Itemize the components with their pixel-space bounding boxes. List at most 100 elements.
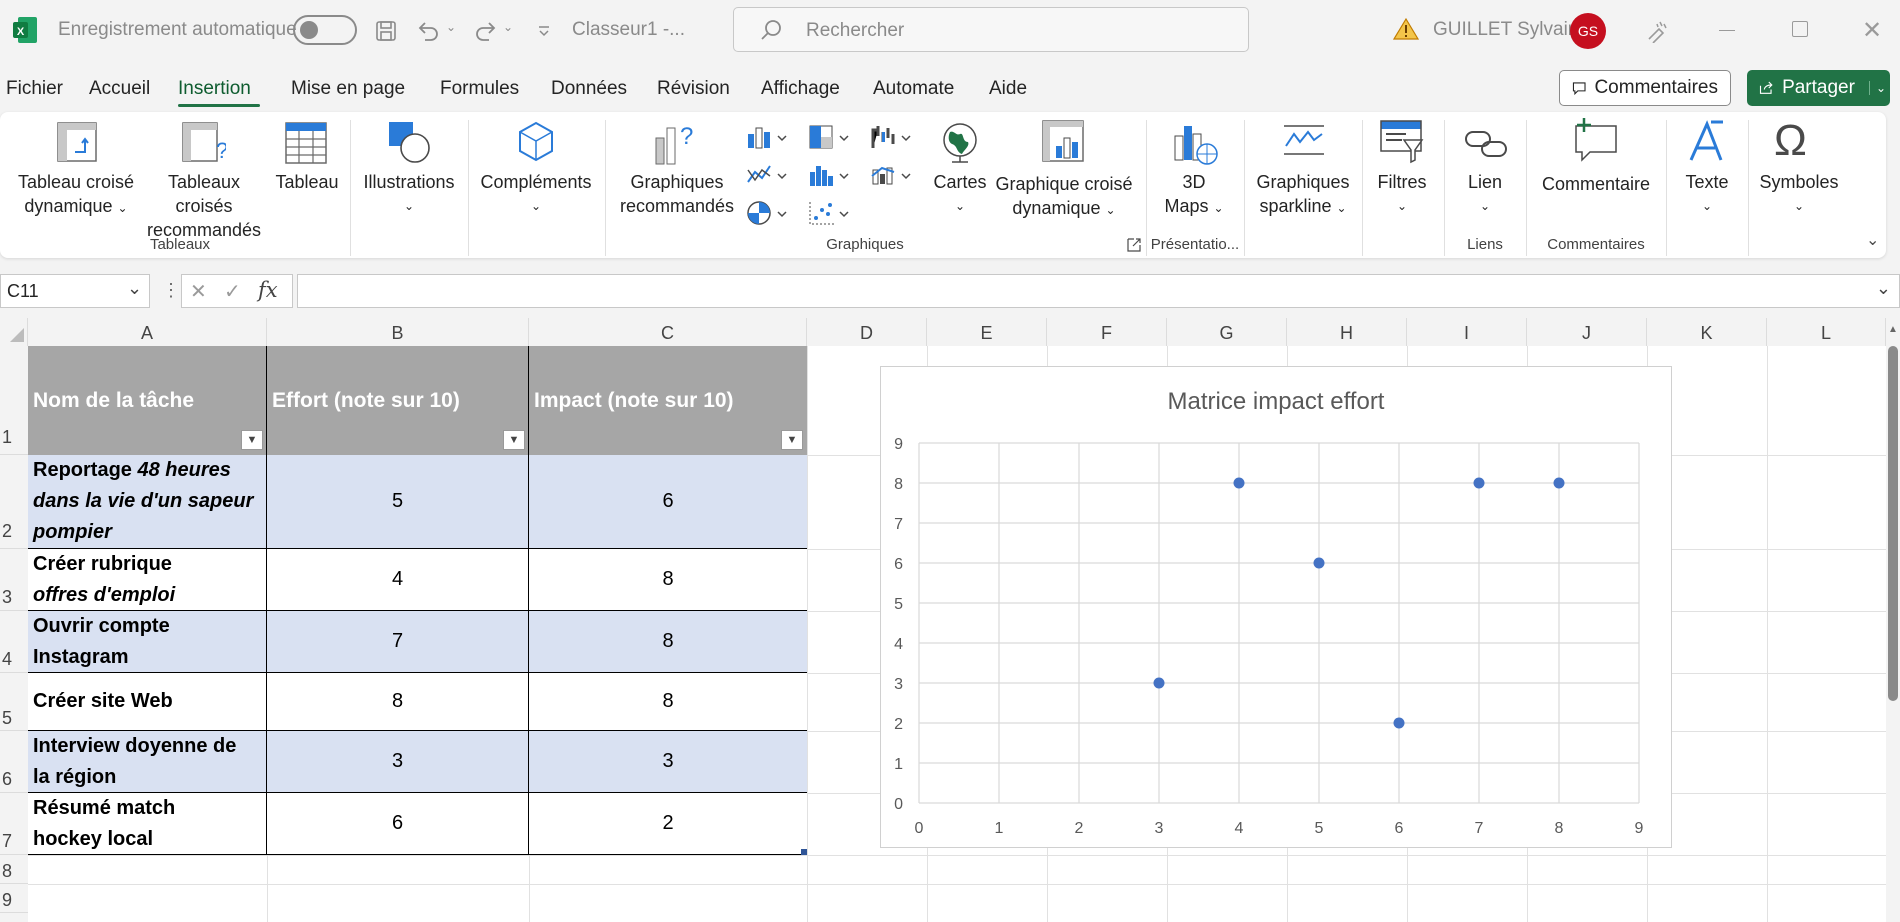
row-header-1[interactable]: 1 xyxy=(0,346,28,455)
impact-cell[interactable]: 8 xyxy=(529,549,807,611)
menu-formules[interactable]: Formules xyxy=(440,78,519,100)
column-header-a[interactable]: A xyxy=(28,318,267,346)
name-box[interactable]: C11 ⌄ xyxy=(0,274,150,308)
scroll-up-icon[interactable]: ▲ xyxy=(1888,324,1898,335)
cancel-icon[interactable]: ✕ xyxy=(190,279,207,304)
menu-mise-en-page[interactable]: Mise en page xyxy=(291,78,405,100)
text-button[interactable]: Texte ⌄ xyxy=(1672,170,1742,218)
effort-cell[interactable]: 6 xyxy=(267,793,529,855)
share-dropdown-icon[interactable]: ⌄ xyxy=(1868,81,1886,95)
user-name[interactable]: GUILLET Sylvain xyxy=(1433,19,1578,41)
formula-expand-icon[interactable]: ⌄ xyxy=(1876,278,1891,299)
redo-icon[interactable] xyxy=(468,14,502,48)
menu-donnees[interactable]: Données xyxy=(551,78,627,100)
row-header-5[interactable]: 5 xyxy=(0,673,28,731)
redo-dropdown-icon[interactable]: ⌄ xyxy=(503,20,513,34)
table-header-impact[interactable]: Impact (note sur 10) xyxy=(529,346,807,455)
name-box-dropdown-icon[interactable]: ⌄ xyxy=(127,278,142,299)
impact-cell[interactable]: 3 xyxy=(529,731,807,793)
task-cell[interactable]: Créer site Web xyxy=(28,673,267,731)
filter-dropdown-icon[interactable]: ▼ xyxy=(241,430,263,450)
waterfall-chart-icon[interactable] xyxy=(870,124,918,155)
row-header-4[interactable]: 4 xyxy=(0,611,28,673)
scrollbar-thumb[interactable] xyxy=(1888,346,1898,701)
recommended-charts-button[interactable]: Graphiques recommandés xyxy=(616,170,738,218)
select-all-corner[interactable] xyxy=(0,318,28,346)
scatter-chart[interactable]: Matrice impact effort 0 1 2 3 4 5 6 7 8 9 0 1 2 3 4 5 6… xyxy=(880,366,1672,848)
recommended-pivot-button[interactable]: Tableaux croisés recommandés xyxy=(138,170,270,242)
line-chart-icon[interactable] xyxy=(746,162,794,193)
effort-cell[interactable]: 7 xyxy=(267,611,529,673)
column-header-b[interactable]: B xyxy=(267,318,529,346)
menu-insertion[interactable]: Insertion xyxy=(178,78,251,100)
designer-icon[interactable] xyxy=(1640,14,1674,48)
column-header-d[interactable]: D xyxy=(807,318,927,346)
link-button[interactable]: Lien ⌄ xyxy=(1450,170,1520,218)
impact-cell[interactable]: 6 xyxy=(529,455,807,549)
3d-maps-button[interactable]: 3D Maps ⌄ xyxy=(1150,170,1238,220)
menu-aide[interactable]: Aide xyxy=(989,78,1027,100)
save-icon[interactable] xyxy=(369,14,403,48)
ribbon-collapse-icon[interactable]: ⌄ xyxy=(1866,230,1879,250)
symbols-button[interactable]: Symboles ⌄ xyxy=(1752,170,1846,218)
task-cell[interactable]: Résumé match hockey local xyxy=(28,793,267,855)
search-box[interactable]: Rechercher xyxy=(733,7,1249,52)
undo-dropdown-icon[interactable]: ⌄ xyxy=(446,20,456,34)
more-options-icon[interactable]: ⋮ xyxy=(162,280,180,301)
filter-dropdown-icon[interactable]: ▼ xyxy=(503,430,525,450)
table-resize-handle[interactable] xyxy=(801,849,807,855)
column-header-e[interactable]: E xyxy=(927,318,1047,346)
column-header-c[interactable]: C xyxy=(529,318,807,346)
column-header-g[interactable]: G xyxy=(1167,318,1287,346)
sparkline-button[interactable]: Graphiques sparkline ⌄ xyxy=(1250,170,1356,220)
addins-button[interactable]: Compléments ⌄ xyxy=(474,170,598,218)
impact-cell[interactable]: 2 xyxy=(529,793,807,855)
column-header-f[interactable]: F xyxy=(1047,318,1167,346)
column-header-j[interactable]: J xyxy=(1527,318,1647,346)
enter-icon[interactable]: ✓ xyxy=(224,279,241,304)
combo-chart-icon[interactable] xyxy=(870,162,918,193)
column-header-k[interactable]: K xyxy=(1647,318,1767,346)
row-header-3[interactable]: 3 xyxy=(0,549,28,611)
maps-button[interactable]: Cartes ⌄ xyxy=(926,170,994,218)
warning-icon[interactable] xyxy=(1392,17,1420,46)
task-cell[interactable]: Interview doyenne de la région xyxy=(28,731,267,793)
task-cell[interactable]: Ouvrir compte Instagram xyxy=(28,611,267,673)
share-button[interactable]: Partager ⌄ xyxy=(1747,70,1890,106)
menu-affichage[interactable]: Affichage xyxy=(761,78,840,100)
column-header-i[interactable]: I xyxy=(1407,318,1527,346)
table-header-effort[interactable]: Effort (note sur 10) xyxy=(267,346,529,455)
impact-cell[interactable]: 8 xyxy=(529,673,807,731)
undo-icon[interactable] xyxy=(412,14,446,48)
hierarchy-chart-icon[interactable] xyxy=(808,124,856,155)
comment-button[interactable]: Commentaire xyxy=(1534,172,1658,196)
table-button[interactable]: Tableau xyxy=(272,170,342,194)
row-header-8[interactable]: 8 xyxy=(0,855,28,884)
comments-button[interactable]: Commentaires xyxy=(1559,70,1731,106)
effort-cell[interactable]: 4 xyxy=(267,549,529,611)
close-icon[interactable]: ✕ xyxy=(1862,16,1882,45)
avatar[interactable]: GS xyxy=(1570,13,1606,49)
effort-cell[interactable]: 8 xyxy=(267,673,529,731)
restore-icon[interactable] xyxy=(1792,21,1808,37)
column-chart-icon[interactable] xyxy=(746,124,794,155)
row-header-2[interactable]: 2 xyxy=(0,455,28,549)
column-header-h[interactable]: H xyxy=(1287,318,1407,346)
insert-function-icon[interactable]: fx xyxy=(258,278,278,302)
minimize-icon[interactable] xyxy=(1719,30,1735,31)
illustrations-button[interactable]: Illustrations ⌄ xyxy=(357,170,461,218)
autosave-toggle[interactable] xyxy=(293,15,357,45)
customize-qat-icon[interactable] xyxy=(527,14,561,48)
scatter-chart-icon[interactable] xyxy=(808,200,856,231)
dialog-launcher-icon[interactable] xyxy=(1127,238,1141,257)
row-header-6[interactable]: 6 xyxy=(0,731,28,793)
task-cell[interactable]: Reportage 48 heures dans la vie d'un sap… xyxy=(28,455,267,549)
filters-button[interactable]: Filtres ⌄ xyxy=(1368,170,1436,218)
pivot-table-button[interactable]: Tableau croisé dynamique ⌄ xyxy=(12,170,140,220)
task-cell[interactable]: Créer rubrique offres d'emploi xyxy=(28,549,267,611)
pivot-chart-button[interactable]: Graphique croisé dynamique ⌄ xyxy=(994,172,1134,222)
impact-cell[interactable]: 8 xyxy=(529,611,807,673)
table-header-task[interactable]: Nom de la tâche xyxy=(28,346,267,455)
menu-revision[interactable]: Révision xyxy=(657,78,730,100)
effort-cell[interactable]: 3 xyxy=(267,731,529,793)
